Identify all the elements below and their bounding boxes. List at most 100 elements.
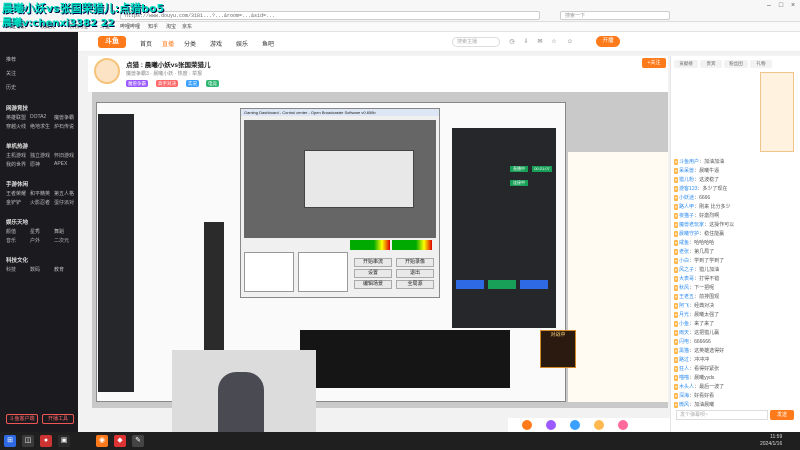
dashboard-button-blue[interactable]	[456, 280, 484, 289]
chat-username[interactable]: 狂人	[679, 366, 689, 372]
sidebar-category-item[interactable]: 金铲铲	[6, 199, 21, 206]
obs-global-source-button[interactable]: 全局源	[396, 280, 434, 289]
taskbar-app-icon[interactable]: ●	[40, 435, 52, 447]
obs-start-stream-button[interactable]: 开始串流	[354, 258, 392, 267]
chat-tab-vip[interactable]: 贵宾	[700, 60, 722, 68]
send-button[interactable]: 发送	[770, 410, 794, 420]
nav-category[interactable]: 分类	[184, 39, 196, 48]
sidebar-category-item[interactable]: 教育	[54, 266, 64, 273]
site-search-input[interactable]: 搜索主播	[452, 37, 500, 47]
sidebar-category-item[interactable]: 怀旧游戏	[54, 152, 74, 159]
sidebar-category-item[interactable]: 颜值	[6, 228, 16, 235]
sidebar-category-item[interactable]: 原神	[30, 161, 40, 168]
bookmark-item[interactable]: 京东	[182, 23, 192, 31]
address-bar[interactable]: https://www.douyu.com/3181...?...&room=.…	[120, 11, 540, 20]
close-icon[interactable]: ×	[788, 2, 798, 10]
gift-icon[interactable]	[594, 420, 604, 430]
dashboard-button-blue-2[interactable]	[520, 280, 548, 289]
taskbar-app-icon[interactable]: ◫	[22, 435, 34, 447]
chat-username[interactable]: 喵喵	[679, 375, 689, 381]
chat-input[interactable]: 发个弹幕呗~	[676, 410, 768, 420]
bookmark-item[interactable]: 淘宝	[166, 23, 176, 31]
taskbar-app-icon[interactable]: ◉	[96, 435, 108, 447]
chat-tab-gift[interactable]: 礼物	[750, 60, 772, 68]
chat-username[interactable]: 斗鱼用户	[679, 159, 699, 165]
taskbar-app-icon[interactable]: ✎	[132, 435, 144, 447]
gift-icon[interactable]	[618, 420, 628, 430]
chat-username[interactable]: 魔兽老玩家	[679, 222, 704, 228]
minimize-icon[interactable]: –	[764, 2, 774, 10]
client-download-button[interactable]: 斗鱼客户端	[6, 414, 38, 424]
chat-username[interactable]: 游客123	[679, 186, 697, 192]
chat-username[interactable]: 大表哥	[679, 276, 694, 282]
chat-username[interactable]: 王老五	[679, 294, 694, 300]
chat-username[interactable]: 猎儿粉	[679, 177, 694, 183]
room-tag[interactable]: 高手对决	[156, 80, 178, 87]
gift-icon[interactable]	[522, 420, 532, 430]
sidebar-category-item[interactable]: APEX	[54, 161, 67, 167]
sidebar-category-item[interactable]: 二次元	[54, 237, 69, 244]
chat-username[interactable]: 阿飞	[679, 303, 689, 309]
douyu-logo[interactable]: 斗鱼	[98, 36, 126, 48]
chat-username[interactable]: 风之子	[679, 267, 694, 273]
download-icon[interactable]: ⇩	[522, 38, 530, 46]
chat-username[interactable]: 小妖迷	[679, 195, 694, 201]
sidebar-item-recommend[interactable]: 推荐	[6, 56, 16, 63]
sidebar-category-item[interactable]: 独立游戏	[30, 152, 50, 159]
start-icon[interactable]: ⊞	[4, 435, 16, 447]
chat-username[interactable]: 咸鱼	[679, 240, 689, 246]
sidebar-category-item[interactable]: 和平精英	[30, 190, 50, 197]
sidebar-category-item[interactable]: 户外	[30, 237, 40, 244]
chat-username[interactable]: 晨曦守护	[679, 231, 699, 237]
maximize-icon[interactable]: □	[776, 2, 786, 10]
sidebar-category-item[interactable]: 数码	[30, 266, 40, 273]
browser-search-input[interactable]: 搜索一下	[560, 11, 670, 20]
nav-games[interactable]: 游戏	[210, 39, 222, 48]
chat-tab-fans[interactable]: 粉丝团	[724, 60, 748, 68]
nav-home[interactable]: 首页	[140, 39, 152, 48]
taskbar-app-icon[interactable]: ◆	[114, 435, 126, 447]
sidebar-category-item[interactable]: 穿越火线	[6, 123, 26, 130]
chat-username[interactable]: 呆呆兽	[679, 168, 694, 174]
gift-icon[interactable]	[570, 420, 580, 430]
sidebar-category-item[interactable]: 第五人格	[54, 190, 74, 197]
open-live-button[interactable]: 开播	[596, 36, 620, 47]
chat-username[interactable]: 木头人	[679, 384, 694, 390]
sidebar-category-item[interactable]: 炉石传说	[54, 123, 74, 130]
chat-tab-contrib[interactable]: 贡献榜	[674, 60, 698, 68]
sidebar-category-item[interactable]: 火影忍者	[30, 199, 50, 206]
chat-username[interactable]: 秋风	[679, 285, 689, 291]
sidebar-item-history[interactable]: 历史	[6, 84, 16, 91]
obs-settings-button[interactable]: 设置	[354, 269, 392, 278]
bookmark-item[interactable]: 知乎	[148, 23, 158, 31]
obs-edit-scene-button[interactable]: 编辑场景	[354, 280, 392, 289]
chat-username[interactable]: 路人甲	[679, 204, 694, 210]
chat-banner-ad[interactable]	[760, 72, 794, 152]
sidebar-category-item[interactable]: 蛋仔派对	[54, 199, 74, 206]
chat-username[interactable]: 深海	[679, 393, 689, 399]
sidebar-category-item[interactable]: 王者荣耀	[6, 190, 26, 197]
sidebar-category-item[interactable]: 我的世界	[6, 161, 26, 168]
nav-live[interactable]: 直播	[162, 39, 174, 48]
sidebar-category-item[interactable]: 英雄联盟	[6, 114, 26, 121]
dashboard-button-green[interactable]	[488, 280, 516, 289]
sidebar-category-item[interactable]: 科技	[6, 266, 16, 273]
room-tag[interactable]: 魔兽争霸	[126, 80, 148, 87]
chat-username[interactable]: 月光	[679, 312, 689, 318]
message-icon[interactable]: ✉	[536, 38, 544, 46]
sidebar-category-item[interactable]: 星秀	[30, 228, 40, 235]
chat-username[interactable]: 夜猫子	[679, 213, 694, 219]
room-tag[interactable]: 实况	[186, 80, 199, 87]
sidebar-category-item[interactable]: 主机游戏	[6, 152, 26, 159]
chat-username[interactable]: 雨天	[679, 330, 689, 336]
history-icon[interactable]: ◷	[508, 38, 516, 46]
obs-exit-button[interactable]: 退出	[396, 269, 434, 278]
sidebar-category-item[interactable]: 魔兽争霸	[54, 114, 74, 121]
nav-entertainment[interactable]: 娱乐	[236, 39, 248, 48]
room-tag[interactable]: 电竞	[206, 80, 219, 87]
chat-username[interactable]: 老张	[679, 249, 689, 255]
sidebar-category-item[interactable]: 舞蹈	[54, 228, 64, 235]
chat-username[interactable]: 小白	[679, 258, 689, 264]
obs-start-record-button[interactable]: 开始录像	[396, 258, 434, 267]
sidebar-item-follow[interactable]: 关注	[6, 70, 16, 77]
